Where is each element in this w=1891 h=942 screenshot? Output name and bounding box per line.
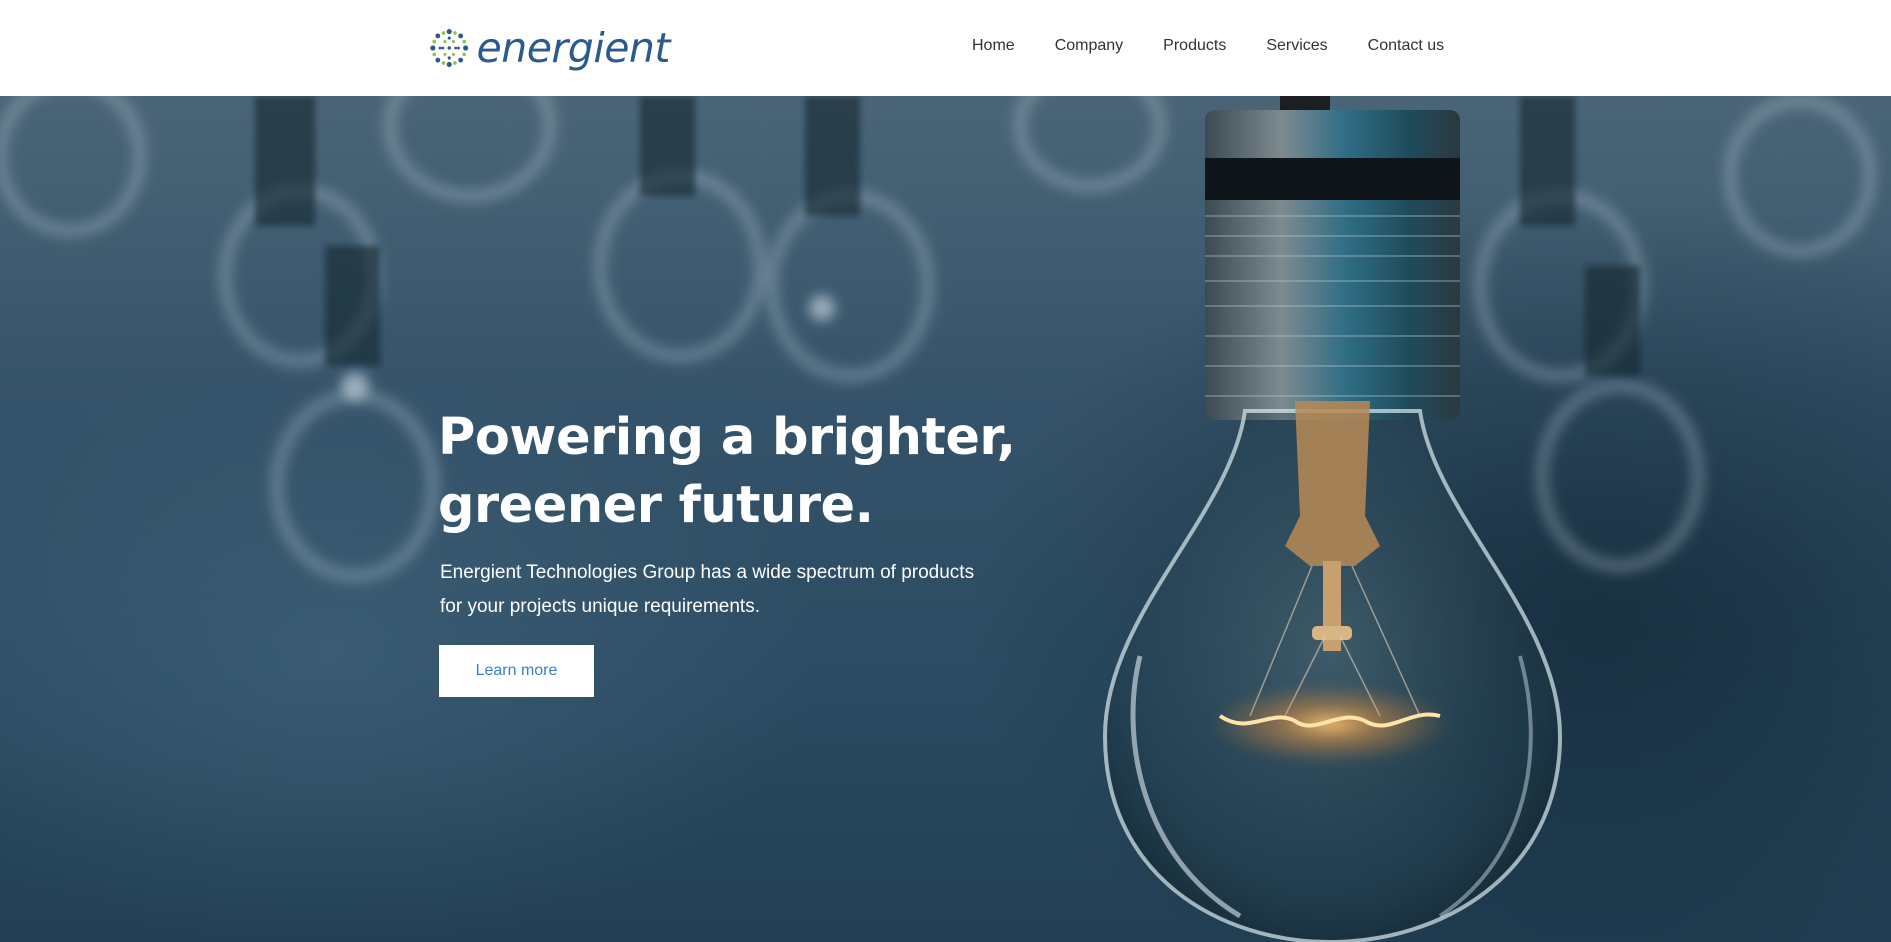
nav-home[interactable]: Home (972, 37, 1015, 55)
hero-subtitle-line-2: for your projects unique requirements. (440, 596, 760, 617)
dotted-sunburst-logo-icon (430, 29, 469, 67)
hero-title-line-2: greener future. (438, 476, 874, 535)
nav-company[interactable]: Company (1055, 37, 1123, 55)
main-nav: Home Company Products Services Contact u… (972, 34, 1444, 58)
nav-contact-us[interactable]: Contact us (1368, 37, 1444, 55)
logo-wordmark: energient (476, 24, 671, 72)
brand-logo[interactable]: energient (430, 20, 670, 76)
hero-subtitle-line-1: Energient Technologies Group has a wide … (440, 562, 975, 583)
hero-section: Powering a brighter, greener future. Ene… (0, 96, 1891, 942)
lit-light-bulb-image (1102, 96, 1563, 942)
nav-products[interactable]: Products (1163, 37, 1226, 55)
site-header: energient Home Company Products Services… (0, 0, 1891, 96)
learn-more-button[interactable]: Learn more (439, 645, 594, 697)
nav-services[interactable]: Services (1266, 37, 1327, 55)
hero-title: Powering a brighter, greener future. (438, 404, 1058, 540)
hero-subtitle: Energient Technologies Group has a wide … (440, 556, 1060, 624)
hero-title-line-1: Powering a brighter, (438, 408, 1016, 467)
